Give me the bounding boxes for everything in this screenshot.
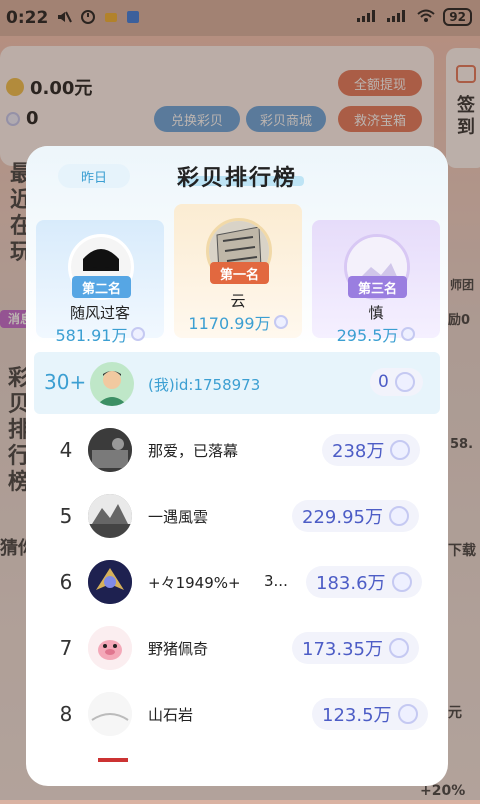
avatar: [88, 560, 132, 604]
player-name: 那爱，已落幕: [148, 442, 239, 460]
podium-score: 295.5万: [312, 322, 440, 346]
modal-title: 彩贝排行榜: [176, 166, 297, 191]
next-row-peek: [98, 758, 128, 762]
avatar: [88, 626, 132, 670]
my-avatar: [90, 362, 134, 406]
podium-score: 1170.99万: [174, 310, 302, 334]
shell-icon: [397, 704, 418, 724]
player-score: 229.95万: [292, 500, 419, 532]
rank-number: 4: [59, 438, 73, 462]
avatar: [88, 494, 132, 538]
player-score: 238万: [322, 434, 421, 466]
podium-third[interactable]: 第三名 慎 295.5万: [312, 220, 440, 345]
my-rank-row[interactable]: 30+ (我)id:1758973 0: [34, 352, 440, 414]
player-name: 野猪佩奇: [148, 640, 209, 658]
rank-badge-second: 第二名: [72, 276, 132, 298]
avatar: [88, 692, 132, 736]
shell-icon: [391, 572, 412, 592]
podium-second[interactable]: 第二名 随风过客 581.91万: [36, 220, 164, 345]
podium-name: 慎: [368, 304, 384, 322]
shell-icon: [130, 327, 145, 341]
podium-name: 云: [230, 292, 246, 310]
podium-name: 随风过客: [69, 304, 130, 322]
rank-row-5[interactable]: 5 一遇風雲 229.95万: [26, 486, 448, 546]
avatar: [88, 428, 132, 472]
player-name: 山石岩: [148, 706, 194, 724]
rank-row-8[interactable]: 8 山石岩 123.5万: [26, 684, 448, 744]
player-score: 183.6万: [306, 566, 422, 598]
shell-icon: [390, 440, 411, 460]
podium-first[interactable]: 第一名 云 1170.99万: [174, 204, 302, 338]
player-score: 123.5万: [312, 698, 428, 730]
rank-badge-first: 第一名: [210, 262, 270, 284]
rank-number: 8: [59, 702, 73, 726]
shell-icon: [388, 638, 409, 658]
ranking-modal: 昨日 彩贝排行榜 第二名 随风过客 581.91万 第一名 云 1170.99万…: [26, 146, 448, 786]
rank-row-4[interactable]: 4 那爱，已落幕 238万: [26, 420, 448, 480]
shell-icon: [273, 315, 288, 329]
shell-icon: [401, 327, 416, 341]
rank-number: 6: [59, 570, 73, 594]
player-name-extra: 3...: [264, 572, 288, 590]
my-name: (我)id:1758973: [148, 376, 261, 394]
shell-icon: [394, 372, 415, 392]
player-name: 一遇風雲: [148, 508, 209, 526]
rank-number: 5: [59, 504, 73, 528]
podium-score: 581.91万: [36, 322, 164, 346]
my-score: 0: [370, 368, 423, 396]
rank-row-6[interactable]: 6 +々1949%+ 3... 183.6万: [26, 552, 448, 612]
player-name: +々1949%+: [148, 574, 241, 592]
rank-number: 7: [59, 636, 73, 660]
my-rank: 30+: [44, 370, 87, 394]
rank-row-7[interactable]: 7 野猪佩奇 173.35万: [26, 618, 448, 678]
rank-badge-third: 第三名: [348, 276, 408, 298]
shell-icon: [388, 506, 409, 526]
player-score: 173.35万: [292, 632, 419, 664]
